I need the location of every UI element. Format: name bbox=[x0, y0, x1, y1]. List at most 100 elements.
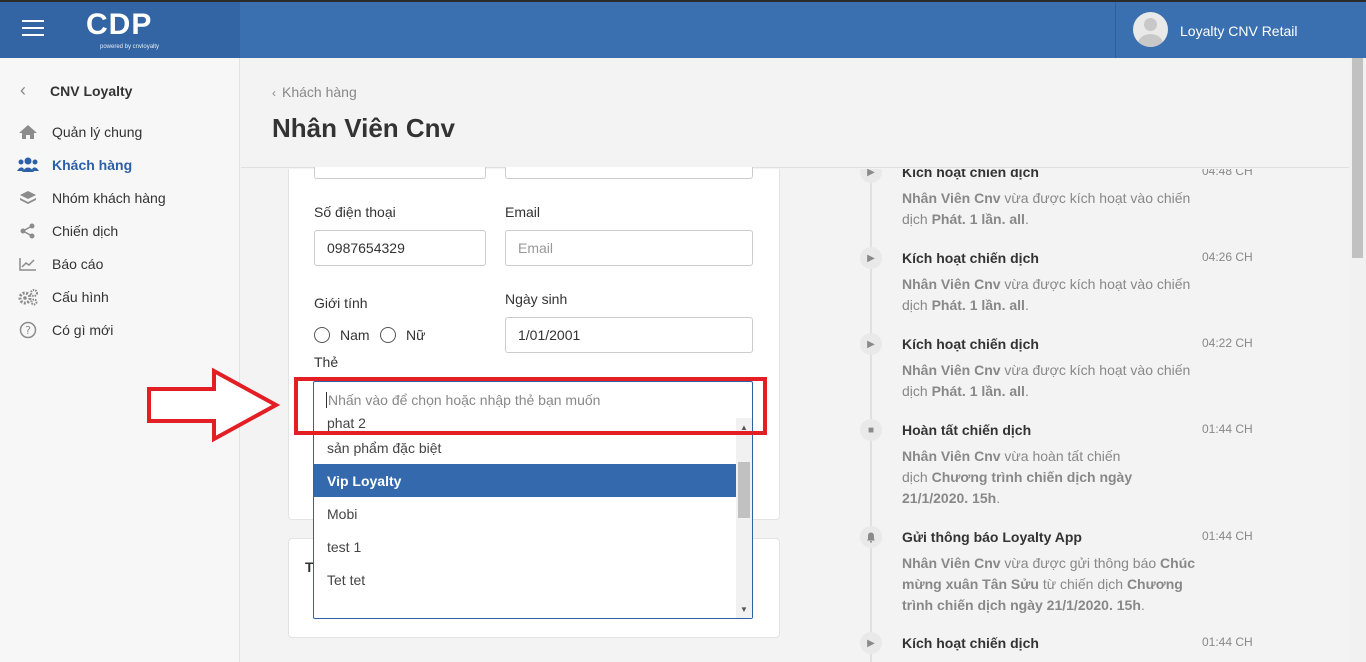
text-caret bbox=[326, 392, 327, 408]
sidebar-item-customer-groups[interactable]: Nhóm khách hàng bbox=[16, 186, 166, 210]
timeline-title: Kích hoạt chiến dịch bbox=[902, 250, 1039, 266]
timeline-desc-mid2: từ chiến dịch bbox=[1038, 576, 1127, 592]
scroll-up-icon[interactable]: ▲ bbox=[736, 420, 752, 434]
sidebar-item-reports[interactable]: Báo cáo bbox=[16, 252, 103, 276]
tag-search-input[interactable]: Nhấn vào để chọn hoặc nhập thẻ bạn muốn bbox=[314, 382, 752, 418]
logo[interactable]: CDP bbox=[86, 8, 152, 42]
gender-male-label: Nam bbox=[340, 327, 370, 343]
tag-select[interactable]: Nhấn vào để chọn hoặc nhập thẻ bạn muốn … bbox=[313, 381, 753, 619]
tag-option[interactable]: phat 2 bbox=[314, 415, 736, 431]
timeline-time: 04:22 CH bbox=[1202, 336, 1253, 350]
stop-icon: ■ bbox=[860, 419, 882, 441]
timeline-time: 04:26 CH bbox=[1202, 250, 1253, 264]
chevron-left-icon: ‹ bbox=[272, 86, 276, 100]
tag-option[interactable]: Mobi bbox=[314, 497, 736, 530]
timeline-time: 01:44 CH bbox=[1202, 529, 1253, 543]
breadcrumb-label: Khách hàng bbox=[282, 84, 357, 100]
tag-option[interactable]: Tet tet bbox=[314, 563, 736, 596]
logo-subtitle: powered by cnvloyalty bbox=[100, 44, 160, 50]
arrow-right-icon bbox=[147, 367, 280, 443]
birthday-label: Ngày sinh bbox=[505, 291, 568, 307]
timeline-desc-name: Nhân Viên Cnv bbox=[902, 448, 1001, 464]
sidebar-item-customers[interactable]: Khách hàng bbox=[16, 153, 132, 177]
radio-circle[interactable] bbox=[314, 327, 330, 343]
users-icon bbox=[16, 156, 40, 174]
home-icon bbox=[16, 123, 40, 141]
sidebar-item-label: Có gì mới bbox=[52, 322, 114, 338]
sidebar-item-label: Cấu hình bbox=[52, 289, 109, 305]
tag-option[interactable]: test 1 bbox=[314, 530, 736, 563]
tag-options-list[interactable]: phat 2 sản phẩm đặc biệt Vip Loyalty Mob… bbox=[314, 415, 736, 618]
timeline-time: 04:48 CH bbox=[1202, 169, 1253, 178]
birthday-input[interactable]: 1/01/2001 bbox=[505, 317, 753, 353]
sidebar-item-label: Báo cáo bbox=[52, 256, 104, 272]
timeline-desc: Nhân Viên Cnv vừa được gửi thông báo Chú… bbox=[902, 553, 1202, 616]
tag-label: Thẻ bbox=[314, 354, 339, 370]
page-title: Nhân Viên Cnv bbox=[272, 113, 456, 143]
timeline-time: 01:44 CH bbox=[1202, 422, 1253, 436]
timeline-desc-target: Chương trình chiến dịch ngày 21/1/2020. … bbox=[902, 469, 1133, 506]
user-name: Loyalty CNV Retail bbox=[1180, 23, 1298, 39]
timeline-desc-target: Phát. 1 lần. all bbox=[931, 297, 1025, 313]
timeline-desc-end: . bbox=[1024, 383, 1029, 399]
timeline-desc-name: Nhân Viên Cnv bbox=[902, 276, 1001, 292]
timeline-desc-mid: vừa được gửi thông báo bbox=[1000, 555, 1161, 571]
timeline-desc: Nhân Viên Cnv vừa được kích hoạt vào chi… bbox=[902, 188, 1202, 230]
sidebar-item-label: Quản lý chung bbox=[52, 124, 143, 140]
activity-timeline: ▶ Kích hoạt chiến dịch 04:48 CH Nhân Viê… bbox=[850, 169, 1270, 662]
timeline-title: Kích hoạt chiến dịch bbox=[902, 635, 1039, 651]
sidebar-item-label: Chiến dịch bbox=[52, 223, 119, 239]
gender-radio-male[interactable]: Nam bbox=[314, 327, 370, 343]
radio-circle[interactable] bbox=[380, 327, 396, 343]
user-menu[interactable]: Loyalty CNV Retail bbox=[1115, 2, 1348, 58]
page-scrollbar-thumb[interactable] bbox=[1352, 58, 1363, 258]
tag-options-scrollbar[interactable]: ▲ ▼ bbox=[736, 418, 752, 618]
timeline-desc: Nhân Viên Cnv vừa được kích hoạt vào chi… bbox=[902, 274, 1202, 316]
form-input-above-right[interactable] bbox=[505, 167, 753, 179]
play-icon: ▶ bbox=[860, 333, 882, 355]
scroll-down-icon[interactable]: ▼ bbox=[736, 602, 752, 616]
timeline-desc-target: Phát. 1 lần. all bbox=[931, 383, 1025, 399]
sidebar-header-label: CNV Loyalty bbox=[50, 83, 133, 99]
logo-area: CDP powered by cnvloyalty bbox=[0, 2, 240, 58]
tag-option[interactable]: sản phẩm đặc biệt bbox=[314, 431, 736, 464]
gender-radio-female[interactable]: Nữ bbox=[380, 327, 425, 343]
breadcrumb[interactable]: ‹ Khách hàng bbox=[272, 84, 357, 100]
timeline-title: Hoàn tất chiến dịch bbox=[902, 422, 1032, 438]
avatar bbox=[1133, 12, 1168, 47]
top-bar: CDP powered by cnvloyalty Loyalty CNV Re… bbox=[0, 0, 1366, 58]
phone-label: Số điện thoại bbox=[314, 204, 396, 220]
top-bar-edge bbox=[1348, 2, 1366, 58]
sidebar-item-campaigns[interactable]: Chiến dịch bbox=[16, 219, 118, 243]
gears-icon bbox=[16, 288, 40, 306]
timeline-desc: Nhân Viên Cnv vừa hoàn tất chiến dịch Ch… bbox=[902, 446, 1142, 509]
svg-text:?: ? bbox=[25, 324, 31, 337]
tag-placeholder: Nhấn vào để chọn hoặc nhập thẻ bạn muốn bbox=[328, 392, 601, 408]
timeline-desc-name: Nhân Viên Cnv bbox=[902, 555, 1001, 571]
sidebar-item-settings[interactable]: Cấu hình bbox=[16, 285, 109, 309]
timeline-desc-end: . bbox=[1024, 297, 1029, 313]
tag-scrollbar-thumb[interactable] bbox=[738, 462, 750, 518]
timeline-line bbox=[870, 169, 872, 662]
share-icon bbox=[16, 222, 40, 240]
sidebar-item-overview[interactable]: Quản lý chung bbox=[16, 120, 142, 144]
menu-icon[interactable] bbox=[22, 20, 44, 38]
form-input-above-left[interactable] bbox=[314, 167, 486, 179]
email-input[interactable]: Email bbox=[505, 230, 753, 266]
tag-option-selected[interactable]: Vip Loyalty bbox=[314, 464, 736, 497]
page-header: ‹ Khách hàng Nhân Viên Cnv bbox=[241, 58, 1349, 168]
play-icon: ▶ bbox=[860, 247, 882, 269]
play-icon: ▶ bbox=[860, 632, 882, 654]
sidebar-item-whats-new[interactable]: ? Có gì mới bbox=[16, 318, 113, 342]
chevron-left-icon[interactable]: ‹ bbox=[20, 80, 40, 101]
play-icon: ▶ bbox=[860, 169, 882, 183]
timeline-desc-end: . bbox=[1024, 211, 1029, 227]
timeline-desc-name: Nhân Viên Cnv bbox=[902, 362, 1001, 378]
sidebar-header[interactable]: ‹ CNV Loyalty bbox=[20, 80, 132, 101]
phone-input[interactable]: 0987654329 bbox=[314, 230, 486, 266]
page-scrollbar[interactable] bbox=[1349, 58, 1366, 662]
sidebar-item-label: Khách hàng bbox=[52, 157, 133, 173]
timeline-title: Kích hoạt chiến dịch bbox=[902, 336, 1039, 352]
gender-label: Giới tính bbox=[314, 295, 368, 311]
timeline-desc-name: Nhân Viên Cnv bbox=[902, 190, 1001, 206]
